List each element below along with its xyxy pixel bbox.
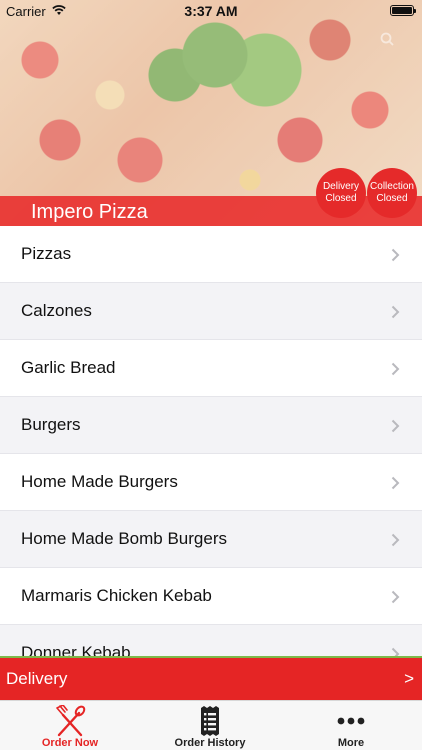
- menu-category-label: Home Made Burgers: [21, 472, 178, 491]
- chevron-right-icon: [391, 248, 400, 262]
- menu-category-burgers[interactable]: Burgers: [0, 397, 422, 454]
- menu-category-label: Burgers: [21, 415, 81, 434]
- chevron-right-icon: [391, 362, 400, 376]
- collection-badge-line2: Closed: [376, 193, 408, 204]
- menu-category-marmaris-chicken-kebab[interactable]: Marmaris Chicken Kebab: [0, 568, 422, 625]
- tab-order-history-label: Order History: [174, 737, 246, 749]
- menu-category-label: Home Made Bomb Burgers: [21, 529, 227, 548]
- menu-category-pizzas[interactable]: Pizzas: [0, 226, 422, 283]
- restaurant-name: Impero Pizza: [31, 201, 148, 223]
- menu-category-calzones[interactable]: Calzones: [0, 283, 422, 340]
- ellipsis-icon: [337, 717, 365, 725]
- chevron-right-icon: [391, 533, 400, 547]
- menu-category-label: Donner Kebab: [21, 643, 131, 656]
- delivery-status-badge: Delivery Closed: [316, 168, 366, 218]
- battery-icon: [390, 5, 416, 16]
- delivery-badge-line1: Delivery: [322, 181, 360, 192]
- chevron-right-icon: [391, 305, 400, 319]
- delivery-badge-line2: Closed: [325, 193, 357, 204]
- collection-status-badge: Collection Closed: [367, 168, 417, 218]
- fork-knife-icon: [56, 705, 86, 737]
- search-icon[interactable]: [380, 32, 394, 46]
- chevron-right-icon: [391, 647, 400, 656]
- menu-category-label: Calzones: [21, 301, 92, 320]
- tab-bar: Order Now Order History More: [0, 700, 422, 750]
- receipt-icon: [201, 706, 219, 736]
- menu-category-donner-kebab[interactable]: Donner Kebab: [0, 625, 422, 656]
- menu-category-list: Pizzas Calzones Garlic Bread Burgers Hom…: [0, 226, 422, 656]
- menu-category-garlic-bread[interactable]: Garlic Bread: [0, 340, 422, 397]
- tab-order-now[interactable]: Order Now: [0, 701, 140, 750]
- order-type-label: Delivery: [6, 669, 68, 688]
- clock: 3:37 AM: [184, 3, 238, 19]
- menu-category-label: Pizzas: [21, 244, 72, 263]
- menu-category-label: Garlic Bread: [21, 358, 116, 377]
- tab-more[interactable]: More: [281, 701, 421, 750]
- order-type-arrow-icon: >: [404, 669, 414, 688]
- collection-badge-line1: Collection: [370, 181, 414, 192]
- tab-order-now-label: Order Now: [41, 737, 99, 749]
- chevron-right-icon: [391, 476, 400, 490]
- tab-more-label: More: [337, 737, 365, 749]
- chevron-right-icon: [391, 419, 400, 433]
- status-bar: Carrier 3:37 AM: [0, 0, 422, 22]
- tab-order-history[interactable]: Order History: [140, 701, 280, 750]
- order-type-bar[interactable]: Delivery >: [0, 656, 422, 700]
- menu-category-label: Marmaris Chicken Kebab: [21, 586, 212, 605]
- menu-category-home-made-burgers[interactable]: Home Made Burgers: [0, 454, 422, 511]
- chevron-right-icon: [391, 590, 400, 604]
- menu-category-home-made-bomb-burgers[interactable]: Home Made Bomb Burgers: [0, 511, 422, 568]
